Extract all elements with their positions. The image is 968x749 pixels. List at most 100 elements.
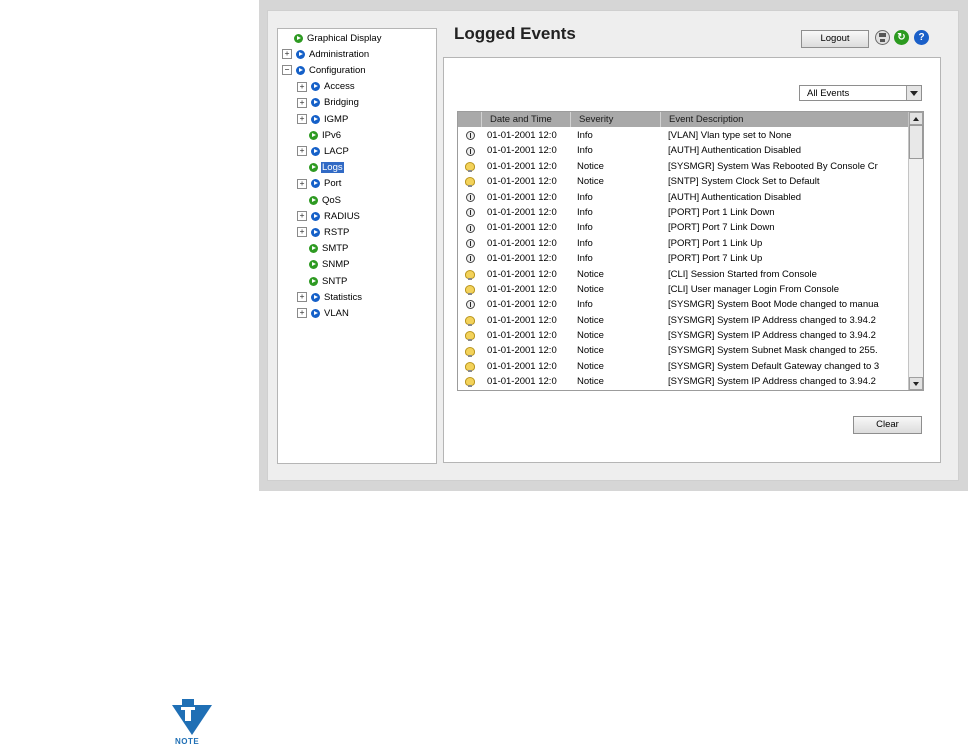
sidebar-item-sntp[interactable]: SNTP <box>297 274 348 288</box>
severity-cell: Info <box>577 206 593 218</box>
scroll-down-icon[interactable] <box>909 377 923 390</box>
sidebar-item-igmp[interactable]: + IGMP <box>297 112 349 126</box>
sidebar-item-administration[interactable]: + Administration <box>282 47 370 61</box>
scroll-up-icon[interactable] <box>909 112 923 125</box>
severity-icon-cell <box>458 267 482 282</box>
save-icon[interactable] <box>875 30 890 45</box>
expand-toggle-icon[interactable]: + <box>297 178 307 189</box>
table-row[interactable]: 01-01-2001 12:0 Info [PORT] Port 7 Link Do… <box>458 220 908 235</box>
table-row[interactable]: 01-01-2001 12:0 Notice [SYSMGR] System Def… <box>458 359 908 374</box>
column-header-date[interactable]: Date and Time <box>482 112 571 127</box>
date-cell: 01-01-2001 12:0 <box>487 237 557 249</box>
tree-node-icon <box>311 292 320 302</box>
table-row[interactable]: 01-01-2001 12:0 Notice [SNTP] System Clock… <box>458 174 908 189</box>
description-cell: [SYSMGR] System Was Rebooted By Console … <box>668 160 878 172</box>
column-header-icon[interactable] <box>458 112 482 127</box>
table-row[interactable]: 01-01-2001 12:0 Notice [SYSMGR] System Was… <box>458 159 908 174</box>
info-icon <box>465 146 475 156</box>
sidebar-item-label: QoS <box>322 194 342 206</box>
lightbulb-icon <box>465 161 475 172</box>
date-cell: 01-01-2001 12:0 <box>487 191 557 203</box>
expand-toggle-icon[interactable]: + <box>297 146 307 157</box>
severity-cell: Notice <box>577 330 604 342</box>
sidebar-item-smtp[interactable]: SMTP <box>297 242 349 256</box>
lightbulb-icon <box>465 377 475 388</box>
expand-toggle-icon[interactable]: + <box>297 211 307 222</box>
lightbulb-icon <box>465 177 475 188</box>
description-cell: [PORT] Port 7 Link Down <box>668 222 775 234</box>
table-row[interactable]: 01-01-2001 12:0 Info [VLAN] Vlan type set … <box>458 128 908 143</box>
vertical-scrollbar[interactable] <box>908 112 923 390</box>
table-row[interactable]: 01-01-2001 12:0 Notice [SYSMGR] System IP … <box>458 328 908 343</box>
expand-toggle-icon[interactable]: + <box>297 227 307 238</box>
table-row[interactable]: 01-01-2001 12:0 Notice [SYSMGR] System IP … <box>458 374 908 389</box>
severity-cell: Info <box>577 299 593 311</box>
sidebar-item-vlan[interactable]: + VLAN <box>297 306 350 320</box>
sidebar-item-port[interactable]: + Port <box>297 177 342 191</box>
description-cell: [PORT] Port 7 Link Up <box>668 253 763 265</box>
sidebar-item-logs[interactable]: Logs <box>297 161 344 175</box>
table-row[interactable]: 01-01-2001 12:0 Info [PORT] Port 1 Link Up <box>458 236 908 251</box>
date-cell: 01-01-2001 12:0 <box>487 206 557 218</box>
tree-node-icon <box>311 114 320 124</box>
help-icon[interactable]: ? <box>914 30 929 45</box>
sidebar-item-graphical-display[interactable]: Graphical Display <box>282 31 382 45</box>
sidebar-item-ipv6[interactable]: IPv6 <box>297 128 342 142</box>
expand-toggle-icon[interactable]: − <box>282 65 292 76</box>
sidebar-item-snmp[interactable]: SNMP <box>297 258 350 272</box>
lightbulb-icon <box>465 315 475 326</box>
column-header-severity[interactable]: Severity <box>571 112 661 127</box>
table-row[interactable]: 01-01-2001 12:0 Info [SYSMGR] System Boot … <box>458 297 908 312</box>
sidebar-item-label: Statistics <box>324 291 363 303</box>
date-cell: 01-01-2001 12:0 <box>487 345 557 357</box>
sidebar-item-bridging[interactable]: + Bridging <box>297 96 360 110</box>
expand-toggle-icon[interactable]: + <box>297 97 307 108</box>
sidebar-item-configuration[interactable]: − Configuration <box>282 63 367 77</box>
severity-icon-cell <box>458 359 482 374</box>
logout-button[interactable]: Logout <box>801 30 869 48</box>
event-filter-select[interactable]: All Events <box>799 85 922 101</box>
expand-toggle-icon[interactable]: + <box>282 49 292 60</box>
refresh-icon[interactable]: ↻ <box>894 30 909 45</box>
expand-toggle-icon[interactable]: + <box>297 308 307 319</box>
sidebar-item-lacp[interactable]: + LACP <box>297 144 350 158</box>
sidebar-item-radius[interactable]: + RADIUS <box>297 209 361 223</box>
severity-icon-cell <box>458 128 482 143</box>
sidebar-item-label: IPv6 <box>322 129 342 141</box>
clear-button[interactable]: Clear <box>853 416 922 434</box>
scroll-thumb[interactable] <box>909 125 923 159</box>
table-row[interactable]: 01-01-2001 12:0 Info [PORT] Port 7 Link Up <box>458 251 908 266</box>
tree-node-icon <box>294 33 303 43</box>
tree-node-icon <box>309 163 318 173</box>
dropdown-arrow-icon[interactable] <box>906 86 921 100</box>
tree-node-icon <box>309 195 318 205</box>
description-cell: [SYSMGR] System IP Address changed to 3.… <box>668 376 876 388</box>
table-row[interactable]: 01-01-2001 12:0 Info [AUTH] Authentication… <box>458 190 908 205</box>
table-row[interactable]: 01-01-2001 12:0 Notice [CLI] Session Start… <box>458 267 908 282</box>
date-cell: 01-01-2001 12:0 <box>487 360 557 372</box>
severity-cell: Info <box>577 145 593 157</box>
severity-cell: Notice <box>577 314 604 326</box>
table-row[interactable]: 01-01-2001 12:0 Info [AUTH] Authentication… <box>458 143 908 158</box>
lightbulb-icon <box>465 269 475 280</box>
table-row[interactable]: 01-01-2001 12:0 Notice [CLI] User manager … <box>458 282 908 297</box>
sidebar-item-qos[interactable]: QoS <box>297 193 342 207</box>
sidebar-item-statistics[interactable]: + Statistics <box>297 290 363 304</box>
table-row[interactable]: 01-01-2001 12:0 Notice [SYSMGR] System Sub… <box>458 343 908 358</box>
sidebar-item-rstp[interactable]: + RSTP <box>297 225 350 239</box>
events-table: Date and Time Severity Event Description… <box>457 111 924 391</box>
severity-cell: Notice <box>577 345 604 357</box>
description-cell: [CLI] User manager Login From Console <box>668 283 840 295</box>
expand-toggle-icon[interactable]: + <box>297 114 307 124</box>
expand-toggle-icon[interactable]: + <box>297 81 307 92</box>
severity-icon-cell <box>458 282 482 297</box>
expand-toggle-icon[interactable]: + <box>297 292 307 303</box>
severity-icon-cell <box>458 251 482 266</box>
table-row[interactable]: 01-01-2001 12:0 Info [PORT] Port 1 Link Do… <box>458 205 908 220</box>
sidebar-item-access[interactable]: + Access <box>297 80 356 94</box>
severity-cell: Notice <box>577 268 604 280</box>
table-row[interactable]: 01-01-2001 12:0 Notice [SYSMGR] System IP … <box>458 313 908 328</box>
column-header-description[interactable]: Event Description <box>661 112 908 127</box>
